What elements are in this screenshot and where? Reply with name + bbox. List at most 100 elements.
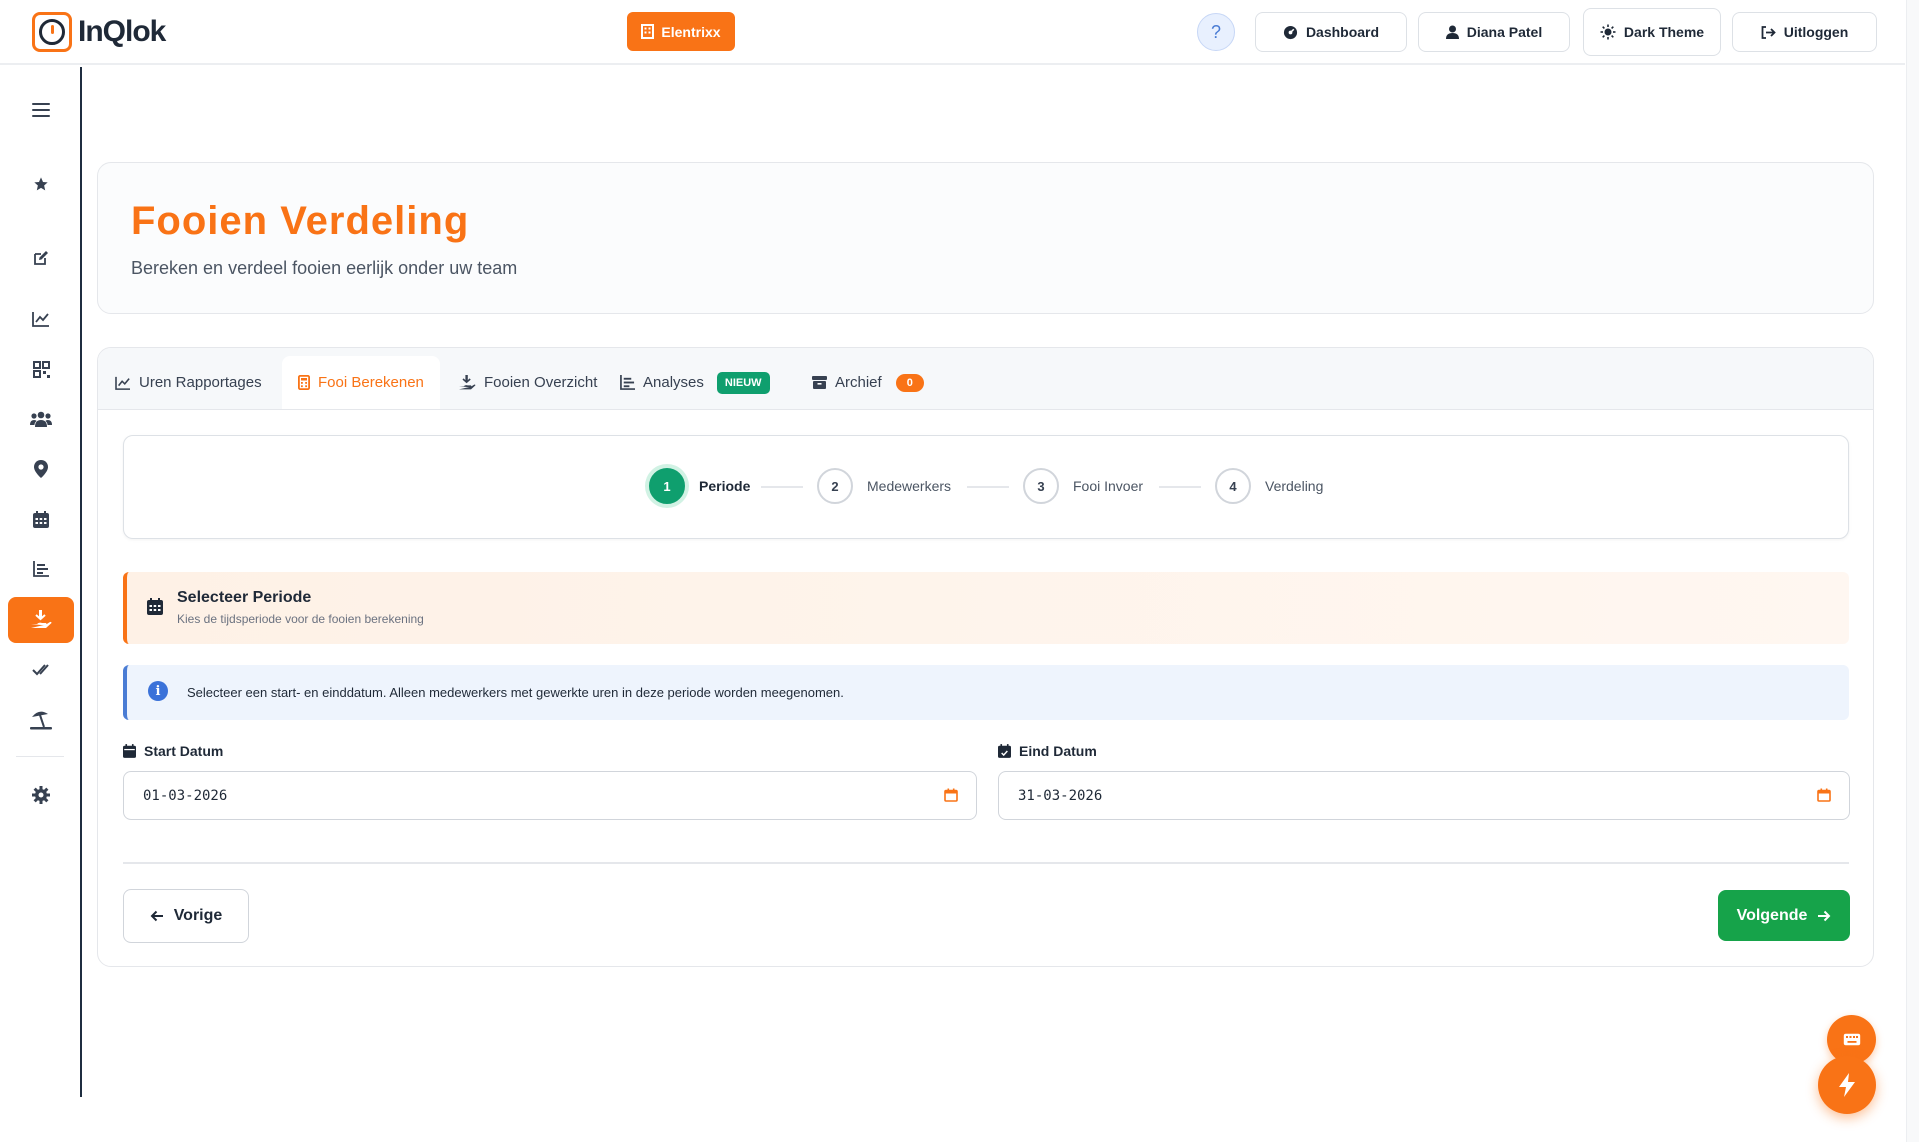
sun-icon xyxy=(1600,24,1616,40)
start-date-label: Start Datum xyxy=(123,743,223,759)
user-button[interactable]: Diana Patel xyxy=(1418,12,1570,52)
tab-tips-overview[interactable]: Fooien Overzicht xyxy=(442,356,613,409)
sidebar-item-analytics[interactable] xyxy=(8,546,74,592)
building-icon xyxy=(641,24,655,39)
calculator-icon xyxy=(298,375,310,390)
step-connector xyxy=(1159,486,1201,488)
step-number: 2 xyxy=(817,468,853,504)
hand-coins-icon xyxy=(31,610,52,628)
menu-toggle[interactable] xyxy=(8,87,74,133)
step-label: Fooi Invoer xyxy=(1073,478,1144,494)
company-button[interactable]: Elentrixx xyxy=(627,12,735,51)
step-number: 4 xyxy=(1215,468,1251,504)
lightning-icon xyxy=(1839,1073,1855,1097)
theme-toggle-button[interactable]: Dark Theme xyxy=(1583,8,1721,56)
hamburger-icon xyxy=(32,103,50,117)
theme-label: Dark Theme xyxy=(1623,24,1705,40)
calendar-check-icon xyxy=(998,744,1011,758)
archive-icon xyxy=(812,376,827,389)
sidebar-item-tips[interactable] xyxy=(8,597,74,643)
form-divider xyxy=(123,862,1849,864)
step-label: Verdeling xyxy=(1265,478,1324,494)
sidebar-divider xyxy=(16,756,64,757)
sidebar-item-approvals[interactable] xyxy=(8,647,74,693)
company-name: Elentrixx xyxy=(661,23,721,40)
step-verdeling[interactable]: 4 Verdeling xyxy=(1215,468,1323,504)
next-button[interactable]: Volgende xyxy=(1718,890,1850,941)
dashboard-button[interactable]: Dashboard xyxy=(1255,12,1407,52)
sidebar-item-reports[interactable] xyxy=(8,296,74,342)
logout-button[interactable]: Uitloggen xyxy=(1732,12,1877,52)
quick-actions-button[interactable] xyxy=(1818,1056,1876,1114)
tab-label: Uren Rapportages xyxy=(139,374,262,391)
sidebar-item-qr[interactable] xyxy=(8,346,74,392)
user-icon xyxy=(1445,25,1459,39)
clock-logo-icon xyxy=(32,12,72,52)
start-date-input[interactable]: 01-03-2026 xyxy=(123,771,977,820)
step-medewerkers[interactable]: 2 Medewerkers xyxy=(817,468,951,504)
line-chart-icon xyxy=(115,376,130,390)
sidebar xyxy=(0,67,82,1097)
calendar-icon xyxy=(123,744,136,758)
tips-main-card: Uren Rapportages Fooi Berekenen Fooien O… xyxy=(97,347,1874,967)
tab-label: Fooien Overzicht xyxy=(484,374,598,391)
top-bar: InQlok Elentrixx ? Dashboard Diana Patel… xyxy=(0,0,1905,65)
dashboard-label: Dashboard xyxy=(1305,24,1380,40)
arrow-right-icon xyxy=(1818,910,1831,921)
step-number: 1 xyxy=(649,468,685,504)
tab-label: Archief xyxy=(835,374,882,391)
next-label: Volgende xyxy=(1736,906,1808,924)
new-badge: NIEUW xyxy=(716,371,770,394)
map-pin-icon xyxy=(34,460,48,478)
step-label: Medewerkers xyxy=(867,478,952,494)
qr-code-icon xyxy=(32,360,50,378)
calendar-picker-icon[interactable] xyxy=(1817,788,1831,802)
brand-name: InQlok xyxy=(78,15,166,48)
question-icon: ? xyxy=(1210,21,1221,42)
end-date-value: 31-03-2026 xyxy=(1018,787,1103,804)
step-number: 3 xyxy=(1023,468,1059,504)
sidebar-item-locations[interactable] xyxy=(8,446,74,492)
info-icon: i xyxy=(148,681,168,701)
tab-label: Analyses xyxy=(643,374,704,391)
gauge-icon xyxy=(1283,25,1297,39)
previous-button[interactable]: Vorige xyxy=(123,889,249,943)
bar-list-icon xyxy=(33,561,49,577)
section-header: Selecteer Periode Kies de tijdsperiode v… xyxy=(123,572,1849,644)
step-periode[interactable]: 1 Periode xyxy=(649,468,750,504)
sidebar-item-team[interactable] xyxy=(8,396,74,442)
step-connector xyxy=(761,486,803,488)
field-label-text: Start Datum xyxy=(144,743,224,759)
bar-list-icon xyxy=(620,375,635,390)
sidebar-item-edit[interactable] xyxy=(8,235,74,281)
gear-icon xyxy=(32,786,50,804)
field-label-text: Eind Datum xyxy=(1019,743,1097,759)
help-button[interactable]: ? xyxy=(1197,13,1235,51)
logo[interactable]: InQlok xyxy=(32,12,166,52)
tab-archive[interactable]: Archief 0 xyxy=(796,356,940,409)
end-date-input[interactable]: 31-03-2026 xyxy=(998,771,1850,820)
calendar-picker-icon[interactable] xyxy=(944,788,958,802)
page-scrollbar[interactable] xyxy=(1906,0,1919,1142)
logout-label: Uitloggen xyxy=(1783,24,1849,40)
info-text: Selecteer een start- en einddatum. Allee… xyxy=(187,685,844,700)
sidebar-item-settings[interactable] xyxy=(8,772,74,818)
step-connector xyxy=(967,486,1009,488)
sidebar-item-calendar[interactable] xyxy=(8,496,74,542)
tab-calculate-tip[interactable]: Fooi Berekenen xyxy=(282,356,440,409)
double-check-icon xyxy=(32,664,49,676)
tab-label: Fooi Berekenen xyxy=(318,374,424,391)
archive-count-badge: 0 xyxy=(895,373,924,392)
page-header-card: Fooien Verdeling Bereken en verdeel fooi… xyxy=(97,162,1874,314)
info-alert: i Selecteer een start- en einddatum. All… xyxy=(123,665,1849,720)
wizard-stepper: 1 Periode 2 Medewerkers 3 Fooi Invoer 4 … xyxy=(123,435,1849,539)
previous-label: Vorige xyxy=(173,907,223,924)
line-chart-icon xyxy=(32,312,49,327)
section-subtitle: Kies de tijdsperiode voor de fooien bere… xyxy=(177,612,424,626)
tab-hours-reports[interactable]: Uren Rapportages xyxy=(99,356,278,409)
arrow-left-icon xyxy=(150,910,163,922)
tab-analyses[interactable]: Analyses NIEUW xyxy=(604,356,786,409)
sidebar-item-leave[interactable] xyxy=(8,697,74,743)
step-fooi-invoer[interactable]: 3 Fooi Invoer xyxy=(1023,468,1143,504)
sidebar-item-favorites[interactable] xyxy=(8,161,74,207)
